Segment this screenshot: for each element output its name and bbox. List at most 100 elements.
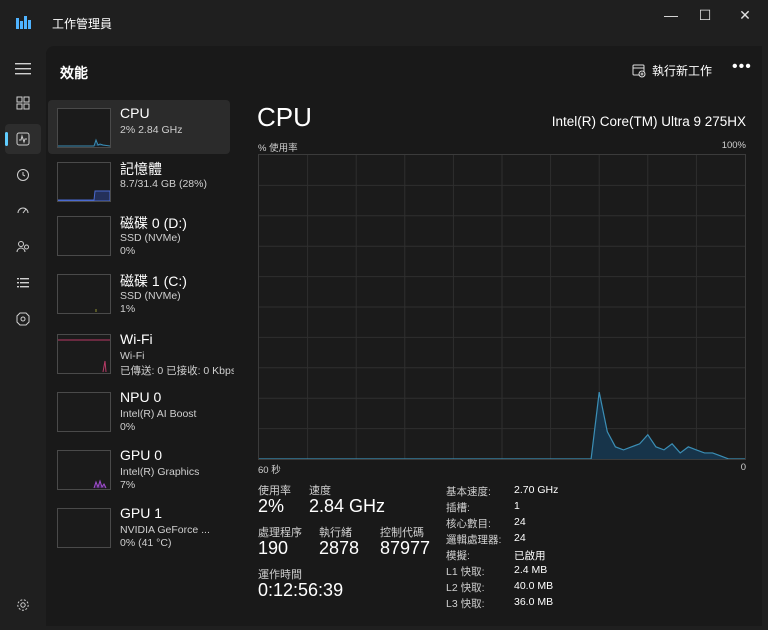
spec-value: 24 xyxy=(514,516,526,528)
processes-value: 190 xyxy=(258,538,289,558)
perf-item-value: 0% (41 °C) xyxy=(120,537,172,549)
cpu-model-name: Intel(R) Core(TM) Ultra 9 275HX xyxy=(551,114,746,129)
perf-item-memory[interactable]: 記憶體 8.7/31.4 GB (28%) xyxy=(48,154,230,208)
more-options-button[interactable]: ••• xyxy=(732,58,752,76)
close-icon: ✕ xyxy=(739,6,751,23)
memory-thumbnail xyxy=(57,162,111,202)
time-axis-start: 60 秒 xyxy=(258,465,281,476)
spec-key: 核心數目: xyxy=(446,518,491,530)
perf-item-gpu-1[interactable]: GPU 1 NVIDIA GeForce ... 0% (41 °C) xyxy=(48,500,230,554)
spec-key: 模擬: xyxy=(446,550,470,562)
services-icon xyxy=(16,312,30,326)
nav-performance[interactable] xyxy=(5,124,41,154)
nav-settings[interactable] xyxy=(5,590,41,620)
perf-item-value: 7% xyxy=(120,479,136,491)
gpu-0-thumbnail xyxy=(57,450,111,490)
perf-item-title: 記憶體 xyxy=(120,161,162,177)
nav-app-history[interactable] xyxy=(5,160,41,190)
nav-processes[interactable] xyxy=(5,88,41,118)
perf-item-subtitle: 8.7/31.4 GB (28%) xyxy=(120,178,207,190)
perf-item-title: NPU 0 xyxy=(120,389,162,405)
speed-value: 2.84 GHz xyxy=(309,496,386,516)
perf-item-subtitle: SSD (NVMe) xyxy=(120,232,181,244)
uptime-value: 0:12:56:39 xyxy=(258,580,344,600)
utilization-value: 2% xyxy=(258,496,285,516)
perf-item-title: Wi-Fi xyxy=(120,331,153,347)
perf-item-title: CPU xyxy=(120,105,150,121)
perf-item-subtitle: Intel(R) Graphics xyxy=(120,466,200,478)
spec-key: L2 快取: xyxy=(446,582,485,594)
run-new-task-icon xyxy=(632,64,646,77)
perf-item-title: GPU 0 xyxy=(120,447,163,463)
left-nav xyxy=(0,46,46,630)
time-axis-end: 0 xyxy=(740,462,746,473)
users-icon xyxy=(16,241,29,253)
perf-item-value: 0% xyxy=(120,245,136,257)
perf-item-cpu[interactable]: CPU 2% 2.84 GHz xyxy=(48,100,230,154)
run-new-task-button[interactable]: 執行新工作 xyxy=(632,62,712,79)
nav-menu-button[interactable] xyxy=(5,54,41,84)
perf-item-value: 1% xyxy=(120,303,136,315)
spec-key: 邏輯處理器: xyxy=(446,534,502,546)
perf-item-value: 已傳送: 0 已接收: 0 Kbps xyxy=(120,365,234,377)
processes-icon xyxy=(16,96,30,110)
perf-item-disk-1[interactable]: 磁碟 1 (C:) SSD (NVMe) 1% xyxy=(48,266,230,320)
app-history-icon xyxy=(17,169,29,181)
cpu-usage-chart xyxy=(259,155,745,460)
spec-value: 已啟用 xyxy=(514,550,546,562)
spec-value: 1 xyxy=(514,500,520,512)
spec-key: L1 快取: xyxy=(446,566,485,578)
npu-thumbnail xyxy=(57,392,111,432)
disk-0-thumbnail xyxy=(57,216,111,256)
perf-item-title: 磁碟 0 (D:) xyxy=(120,215,187,231)
wifi-thumbnail xyxy=(57,334,111,374)
usage-axis-label: % 使用率 xyxy=(258,143,298,154)
spec-value: 40.0 MB xyxy=(514,580,554,592)
page-title: 效能 xyxy=(60,65,88,81)
window-title: 工作管理員 xyxy=(52,17,113,31)
run-new-task-label: 執行新工作 xyxy=(652,64,713,78)
cpu-usage-graph xyxy=(258,154,746,460)
perf-item-subtitle: Wi-Fi xyxy=(120,350,145,362)
nav-startup[interactable] xyxy=(5,196,41,226)
spec-value: 2.4 MB xyxy=(514,564,548,576)
menu-icon xyxy=(15,63,31,75)
close-button[interactable]: ✕ xyxy=(722,0,768,30)
startup-icon xyxy=(17,207,29,214)
spec-value: 24 xyxy=(514,532,526,544)
cpu-thumbnail xyxy=(57,108,111,148)
detail-title: CPU xyxy=(257,102,312,132)
usage-axis-max: 100% xyxy=(721,140,746,151)
perf-item-wifi[interactable]: Wi-Fi Wi-Fi 已傳送: 0 已接收: 0 Kbps xyxy=(48,326,234,380)
perf-item-disk-0[interactable]: 磁碟 0 (D:) SSD (NVMe) 0% xyxy=(48,208,230,262)
nav-services[interactable] xyxy=(5,304,41,334)
perf-item-gpu-0[interactable]: GPU 0 Intel(R) Graphics 7% xyxy=(48,442,230,496)
performance-icon xyxy=(16,132,30,146)
disk-1-thumbnail xyxy=(57,274,111,314)
threads-value: 2878 xyxy=(319,538,360,558)
nav-users[interactable] xyxy=(5,232,41,262)
minimize-icon: — xyxy=(664,7,678,23)
page-header: 效能 執行新工作 ••• xyxy=(46,46,762,96)
details-icon xyxy=(17,278,29,288)
spec-key: 基本速度: xyxy=(446,486,491,498)
perf-item-value: 0% xyxy=(120,421,136,433)
maximize-icon: ☐ xyxy=(698,6,712,23)
perf-item-title: GPU 1 xyxy=(120,505,163,521)
perf-item-subtitle: 2% 2.84 GHz xyxy=(120,124,183,136)
spec-value: 36.0 MB xyxy=(514,596,554,608)
content-area: 效能 執行新工作 ••• CPU 2% 2.84 GHz 記憶體 8.7/31.… xyxy=(46,46,762,626)
perf-item-subtitle: SSD (NVMe) xyxy=(120,290,181,302)
perf-item-subtitle: Intel(R) AI Boost xyxy=(120,408,197,420)
perf-item-title: 磁碟 1 (C:) xyxy=(120,273,187,289)
perf-item-subtitle: NVIDIA GeForce ... xyxy=(120,524,210,536)
perf-item-npu[interactable]: NPU 0 Intel(R) AI Boost 0% xyxy=(48,384,230,438)
title-bar: 工作管理員 — ☐ ✕ xyxy=(0,0,768,46)
cpu-detail-panel: CPU Intel(R) Core(TM) Ultra 9 275HX % 使用… xyxy=(246,96,762,626)
task-manager-window: 工作管理員 — ☐ ✕ 效能 執行新工作 ••• CPU 2% 2.84 GHz… xyxy=(0,0,768,630)
task-manager-app-icon xyxy=(16,16,31,29)
settings-icon xyxy=(17,599,29,611)
nav-details[interactable] xyxy=(5,268,41,298)
gpu-1-thumbnail xyxy=(57,508,111,548)
spec-value: 2.70 GHz xyxy=(514,484,559,496)
